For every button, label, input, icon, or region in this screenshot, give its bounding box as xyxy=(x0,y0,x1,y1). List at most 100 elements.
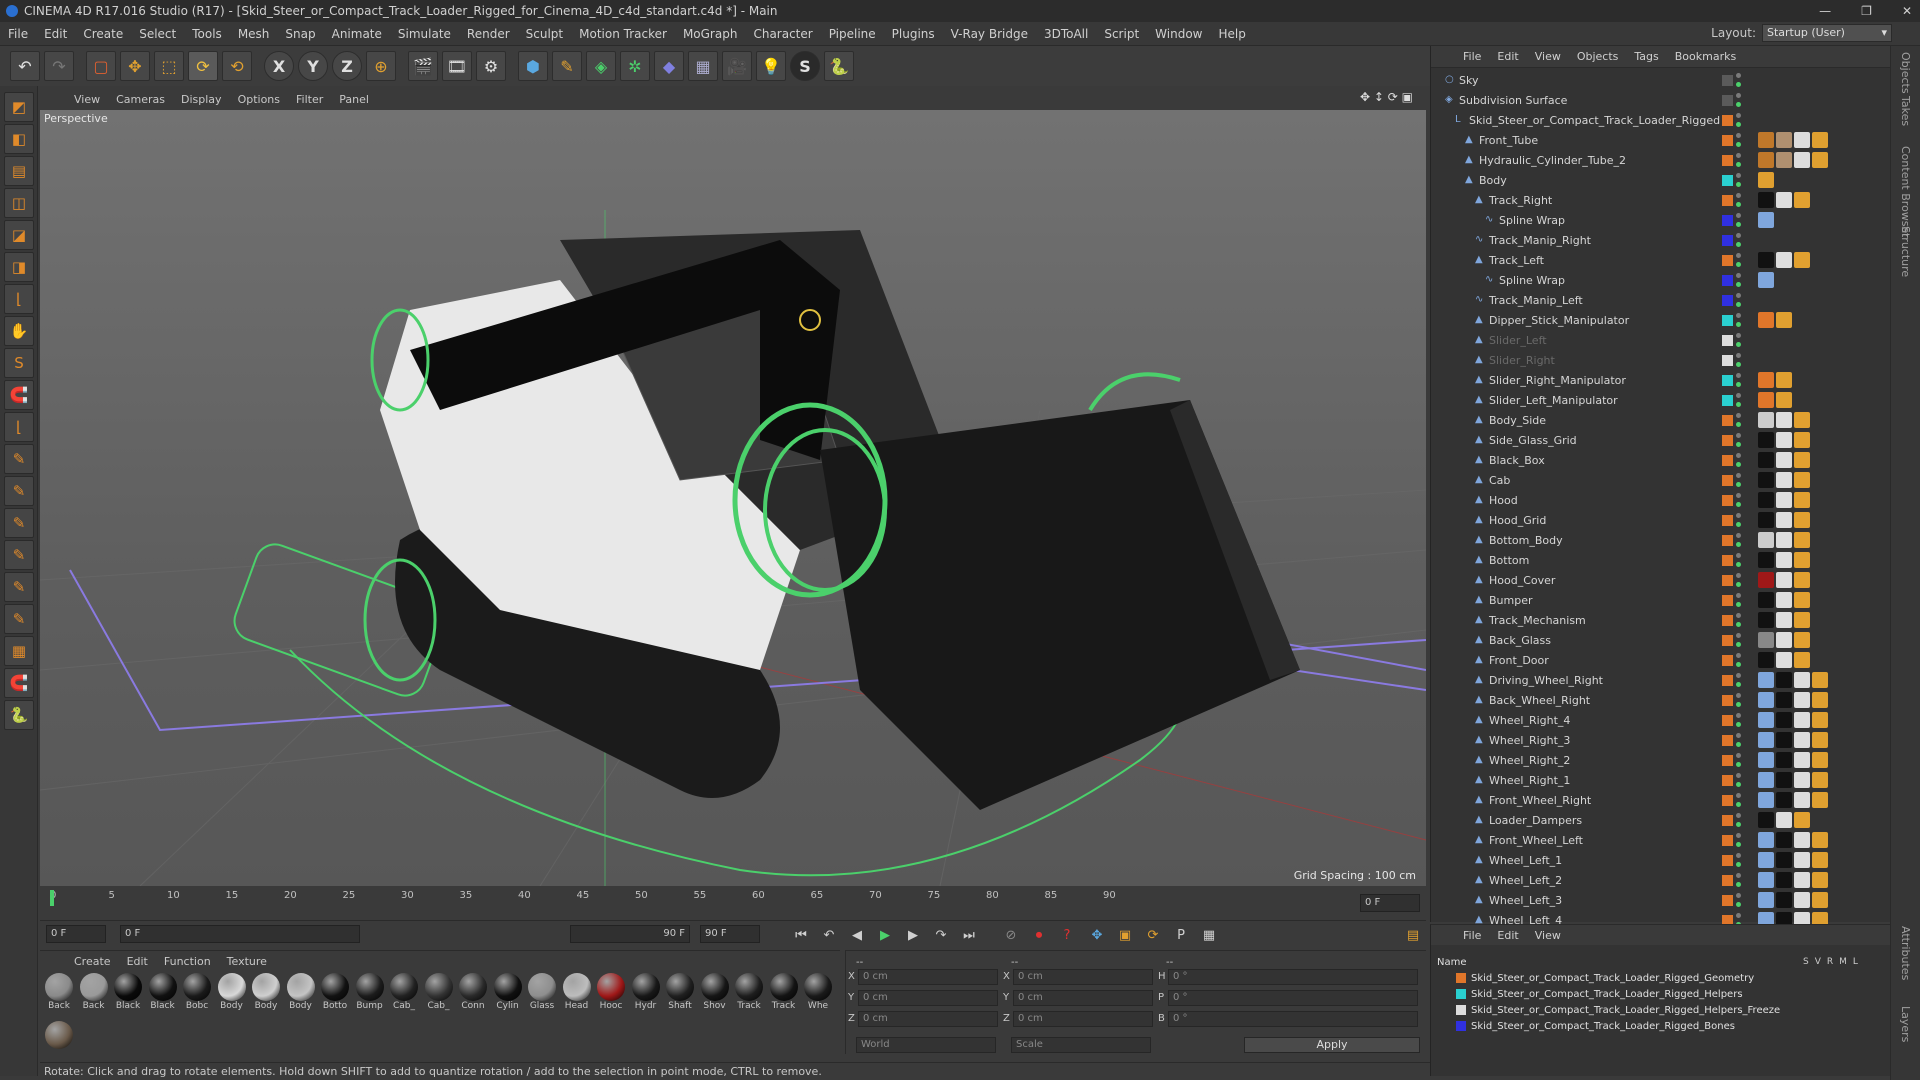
left-tool-4-icon[interactable]: ◪ xyxy=(4,220,34,250)
layer-menu-file[interactable]: File xyxy=(1455,929,1489,942)
light-button[interactable]: 💡 xyxy=(756,51,786,81)
render-visibility-dot[interactable] xyxy=(1736,262,1741,267)
prev-frame-icon[interactable]: ◀ xyxy=(846,925,868,945)
layer-color-swatch[interactable] xyxy=(1722,694,1733,706)
material-tag[interactable] xyxy=(1812,832,1828,848)
layer-color-swatch[interactable] xyxy=(1722,894,1733,906)
current-frame-field[interactable]: 0 F xyxy=(1360,894,1420,912)
layer-color-swatch[interactable] xyxy=(1722,614,1733,626)
playhead[interactable] xyxy=(50,890,54,906)
material-swatch[interactable]: Shaft xyxy=(665,973,695,1011)
menu-tools[interactable]: Tools xyxy=(184,27,230,41)
object-row[interactable]: ▲ Dipper_Stick_Manipulator xyxy=(1431,310,1886,330)
material-tag[interactable] xyxy=(1794,752,1810,768)
coord-mode-dropdown[interactable]: World xyxy=(856,1037,996,1053)
menu-v-ray-bridge[interactable]: V-Ray Bridge xyxy=(943,27,1036,41)
render-visibility-dot[interactable] xyxy=(1736,682,1741,687)
tab-objects[interactable]: Objects xyxy=(1899,52,1912,94)
material-tag[interactable] xyxy=(1794,132,1810,148)
editor-visibility-dot[interactable] xyxy=(1736,453,1741,458)
object-row[interactable]: ▲ Track_Left xyxy=(1431,250,1886,270)
menu-character[interactable]: Character xyxy=(745,27,820,41)
object-row[interactable]: ▲ Front_Wheel_Left xyxy=(1431,830,1886,850)
material-tag[interactable] xyxy=(1794,632,1810,648)
object-row[interactable]: ▲ Slider_Right_Manipulator xyxy=(1431,370,1886,390)
material-swatch[interactable]: Cab_ xyxy=(424,973,454,1011)
subdivision-surface-button[interactable]: ◈ xyxy=(586,51,616,81)
left-tool-0-icon[interactable]: ◩ xyxy=(4,92,34,122)
material-tag[interactable] xyxy=(1776,192,1792,208)
material-tag[interactable] xyxy=(1812,752,1828,768)
object-row[interactable]: ▲ Front_Wheel_Right xyxy=(1431,790,1886,810)
editor-visibility-dot[interactable] xyxy=(1736,373,1741,378)
object-row[interactable]: ▲ Wheel_Right_4 xyxy=(1431,710,1886,730)
material-tag[interactable] xyxy=(1776,552,1792,568)
layer-color-swatch[interactable] xyxy=(1722,374,1733,386)
material-tag[interactable] xyxy=(1776,532,1792,548)
size-field[interactable]: 0 cm xyxy=(1013,1011,1153,1027)
material-tag[interactable] xyxy=(1812,152,1828,168)
left-tool-9-icon[interactable]: 🧲 xyxy=(4,380,34,410)
render-visibility-dot[interactable] xyxy=(1736,282,1741,287)
layer-color-swatch[interactable] xyxy=(1722,254,1733,266)
editor-visibility-dot[interactable] xyxy=(1736,893,1741,898)
material-tag[interactable] xyxy=(1758,632,1774,648)
render-visibility-dot[interactable] xyxy=(1736,362,1741,367)
menu-plugins[interactable]: Plugins xyxy=(884,27,943,41)
editor-visibility-dot[interactable] xyxy=(1736,553,1741,558)
record-active-icon[interactable]: ⊘ xyxy=(1000,925,1022,945)
apply-button[interactable]: Apply xyxy=(1244,1037,1420,1053)
menu-create[interactable]: Create xyxy=(75,27,131,41)
cloner-button[interactable]: ✲ xyxy=(620,51,650,81)
viewport-menu-view[interactable]: View xyxy=(66,93,108,106)
material-swatch[interactable]: Body xyxy=(251,973,281,1011)
material-tag[interactable] xyxy=(1812,132,1828,148)
goto-start-icon[interactable]: ⏮ xyxy=(790,925,812,945)
layer-color-swatch[interactable] xyxy=(1722,94,1733,106)
material-tag[interactable] xyxy=(1812,852,1828,868)
material-tag[interactable] xyxy=(1758,692,1774,708)
material-tag[interactable] xyxy=(1776,852,1792,868)
layer-color-swatch[interactable] xyxy=(1722,554,1733,566)
param-key-icon[interactable]: P xyxy=(1170,925,1192,945)
layer-color-swatch[interactable] xyxy=(1722,534,1733,546)
material-tag[interactable] xyxy=(1758,792,1774,808)
material-menu-function[interactable]: Function xyxy=(156,955,219,968)
timeline-window-icon[interactable]: ▤ xyxy=(1402,925,1424,945)
tab-takes[interactable]: Takes xyxy=(1899,96,1912,126)
next-frame-icon[interactable]: ▶ xyxy=(902,925,924,945)
menu-mograph[interactable]: MoGraph xyxy=(675,27,746,41)
editor-visibility-dot[interactable] xyxy=(1736,813,1741,818)
material-tag[interactable] xyxy=(1758,812,1774,828)
deformer-button[interactable]: ◆ xyxy=(654,51,684,81)
material-tag[interactable] xyxy=(1794,552,1810,568)
left-tool-14-icon[interactable]: ✎ xyxy=(4,540,34,570)
object-row[interactable]: ∿ Track_Manip_Left xyxy=(1431,290,1886,310)
object-row[interactable]: ▲ Body xyxy=(1431,170,1886,190)
layer-color-swatch[interactable] xyxy=(1722,274,1733,286)
object-row[interactable]: ○ Sky xyxy=(1431,70,1886,90)
left-tool-11-icon[interactable]: ✎ xyxy=(4,444,34,474)
object-row[interactable]: ▲ Wheel_Right_2 xyxy=(1431,750,1886,770)
material-tag[interactable] xyxy=(1794,852,1810,868)
editor-visibility-dot[interactable] xyxy=(1736,773,1741,778)
object-row[interactable]: ▲ Slider_Left xyxy=(1431,330,1886,350)
material-tag[interactable] xyxy=(1812,712,1828,728)
object-menu-view[interactable]: View xyxy=(1527,50,1569,63)
left-tool-6-icon[interactable]: ⌊ xyxy=(4,284,34,314)
material-tag[interactable] xyxy=(1776,772,1792,788)
material-tag[interactable] xyxy=(1794,712,1810,728)
material-tag[interactable] xyxy=(1758,512,1774,528)
layer-color-swatch[interactable] xyxy=(1722,854,1733,866)
material-tag[interactable] xyxy=(1758,752,1774,768)
s-plugin-button[interactable]: S xyxy=(790,51,820,81)
layer-color-swatch[interactable] xyxy=(1722,174,1733,186)
material-tag[interactable] xyxy=(1758,212,1774,228)
tab-layers[interactable]: Layers xyxy=(1899,1006,1912,1042)
left-tool-10-icon[interactable]: ⌊ xyxy=(4,412,34,442)
material-swatch[interactable]: Back xyxy=(44,973,74,1011)
editor-visibility-dot[interactable] xyxy=(1736,133,1741,138)
render-visibility-dot[interactable] xyxy=(1736,402,1741,407)
material-tag[interactable] xyxy=(1758,612,1774,628)
material-tag[interactable] xyxy=(1776,312,1792,328)
